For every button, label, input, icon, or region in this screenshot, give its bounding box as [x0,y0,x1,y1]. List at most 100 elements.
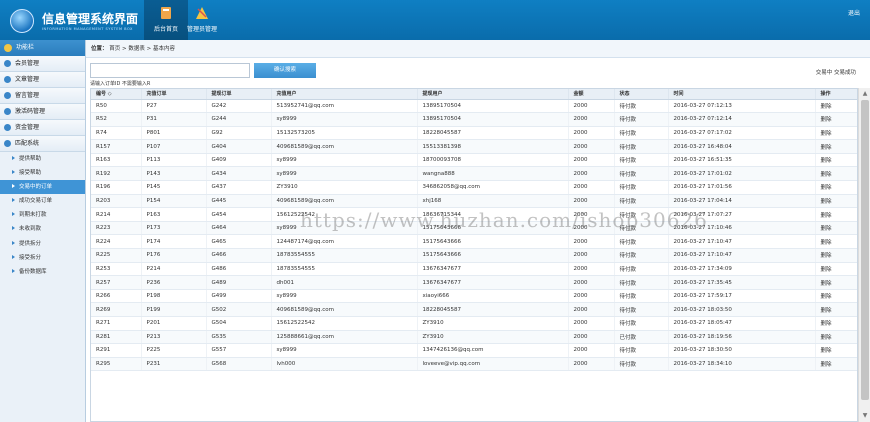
logo-icon [10,9,34,33]
column-header: 充值订单 [141,89,207,100]
delete-link[interactable]: 删除 [815,207,857,222]
delete-link[interactable]: 删除 [815,180,857,195]
sidebar-item-not-received[interactable]: 未收到款 [0,222,85,236]
table-cell: 2000 [568,248,615,263]
delete-link[interactable]: 删除 [815,289,857,304]
table-cell: P154 [141,194,207,209]
table-cell: R271 [91,316,142,331]
sidebar-group-matching[interactable]: 匹配系统 [0,136,85,152]
table-row: R291 P225 G557 sy8999 1347426136@qq.com 2000 待… [91,343,857,358]
search-hint: 请输入订单ID 不需要输入R [90,81,151,87]
table-cell: 2016-03-27 17:10:47 [668,248,816,263]
sidebar-item-overdue[interactable]: 到期未打款 [0,208,85,222]
table-cell: 待付款 [614,221,669,236]
table-cell: 13676347677 [417,262,569,277]
delete-link[interactable]: 删除 [815,126,857,141]
sidebar-title: 功能栏 [0,40,85,56]
table-cell: G404 [206,139,272,154]
table-cell: 2016-03-27 17:10:47 [668,234,816,250]
delete-link[interactable]: 删除 [815,248,857,263]
delete-link[interactable]: 删除 [815,139,857,154]
sidebar-item-backup-db[interactable]: 备份数据库 [0,265,85,279]
sidebar-item-receive-split[interactable]: 接受拆分 [0,251,85,265]
table-cell: 2000 [568,126,615,141]
table-cell: 409681589@qq.com [271,302,418,317]
table-row: R269 P199 G502 409681589@qq.com 18228045587 2… [91,302,857,317]
sidebar-group-members[interactable]: 会员管理 [0,56,85,72]
table-cell: 2000 [568,153,615,168]
delete-link[interactable]: 删除 [815,99,857,114]
table-cell: 2016-03-27 17:59:17 [668,289,816,304]
delete-link[interactable]: 删除 [815,262,857,277]
delete-link[interactable]: 删除 [815,316,857,331]
sidebar-item-orders-in-progress[interactable]: 交易中的订单 [0,180,85,195]
search-button[interactable]: 确认搜索 [254,63,316,78]
delete-link[interactable]: 删除 [815,234,857,250]
delete-link[interactable]: 删除 [815,153,857,168]
status-filter-links[interactable]: 交易中 交易成功 [816,68,856,76]
delete-link[interactable]: 删除 [815,330,857,345]
table-cell: 待付款 [614,194,669,209]
tab-admin[interactable]: 管理员管理 [180,0,224,40]
delete-link[interactable]: 删除 [815,221,857,236]
sidebar-group-messages[interactable]: 留言管理 [0,88,85,104]
table-cell: 待付款 [614,166,669,182]
table-cell: 2000 [568,275,615,290]
vertical-scrollbar[interactable]: ▲ ▼ [858,88,870,422]
table-cell: G568 [206,357,272,372]
delete-link[interactable]: 删除 [815,166,857,182]
table-cell: P143 [141,166,207,182]
sidebar-group-articles[interactable]: 文章管理 [0,72,85,88]
breadcrumb-path[interactable]: 首页 > 数据表 > 基本内容 [109,46,175,52]
sidebar-item-provide-help[interactable]: 提供帮助 [0,152,85,166]
column-header[interactable]: 编号 ◇ [91,89,142,100]
order-search-input[interactable] [90,63,250,78]
table-row: R257 P236 G489 dh001 13676347677 2000 待付款 2016-… [91,275,857,290]
table-cell: G437 [206,180,272,195]
scroll-down-icon[interactable]: ▼ [861,412,869,420]
sidebar-group-activation[interactable]: 激活码管理 [0,104,85,120]
delete-link[interactable]: 删除 [815,194,857,209]
delete-link[interactable]: 删除 [815,112,857,127]
delete-link[interactable]: 删除 [815,343,857,358]
table-cell: 2016-03-27 18:34:10 [668,357,816,372]
table-cell: 2000 [568,357,615,372]
logout-link[interactable]: 退出 [848,8,860,17]
table-cell: P176 [141,248,207,263]
table-cell: 2016-03-27 17:01:56 [668,180,816,195]
table-cell: 2016-03-27 17:35:45 [668,275,816,290]
table-cell: 2000 [568,316,615,331]
delete-link[interactable]: 删除 [815,302,857,317]
table-cell: sy8999 [271,112,418,127]
arrow-icon [12,226,15,231]
table-cell: sy8999 [271,343,418,358]
table-cell: R224 [91,234,142,250]
sidebar-item-successful-orders[interactable]: 成功交易订单 [0,194,85,208]
scroll-thumb[interactable] [861,100,869,400]
table-cell: ZY3910 [271,180,418,195]
table-cell: P225 [141,343,207,358]
table-cell: 409681589@qq.com [271,139,418,154]
sidebar-item-receive-help[interactable]: 接受帮助 [0,166,85,180]
table-cell: 2016-03-27 18:19:56 [668,330,816,345]
table-cell: P214 [141,262,207,277]
table-cell: R192 [91,166,142,182]
group-icon [4,92,11,99]
delete-link[interactable]: 删除 [815,275,857,290]
column-header: 时间 [668,89,816,100]
sidebar-item-provide-split[interactable]: 提供拆分 [0,237,85,251]
table-row: R224 P174 G465 124487174@qq.com 15175643666 2… [91,234,857,250]
table-cell: G504 [206,316,272,331]
table-cell: P236 [141,275,207,290]
table-cell: 2016-03-27 18:05:47 [668,316,816,331]
column-header: 状态 [614,89,669,100]
delete-link[interactable]: 删除 [815,357,857,372]
table-cell: G466 [206,248,272,263]
table-row: R203 P154 G445 409681589@qq.com xhj168 2000 待付… [91,194,857,209]
scroll-up-icon[interactable]: ▲ [861,90,869,98]
tools-icon [196,7,208,19]
group-icon [4,140,11,147]
table-cell: P231 [141,357,207,372]
table-cell: R257 [91,275,142,290]
sidebar-group-funds[interactable]: 资金管理 [0,120,85,136]
